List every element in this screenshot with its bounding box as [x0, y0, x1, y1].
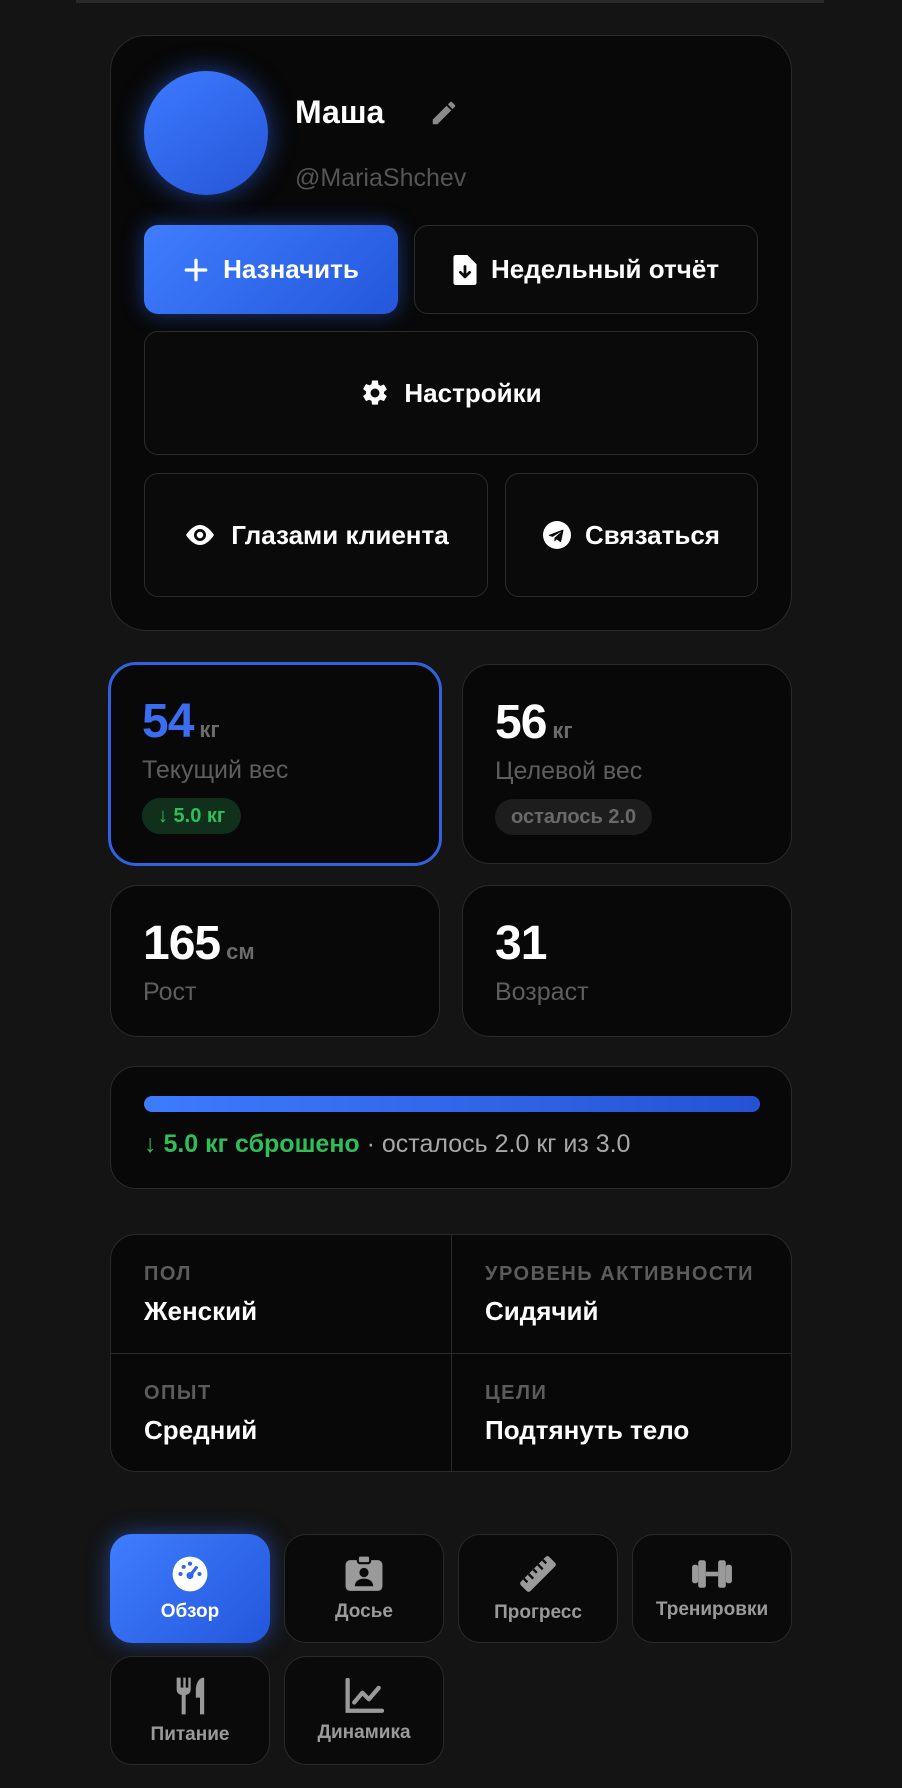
tab-overview[interactable]: Обзор	[110, 1534, 270, 1643]
contact-label: Связаться	[585, 519, 720, 550]
settings-label: Настройки	[404, 377, 542, 408]
eye-icon	[186, 525, 215, 545]
weight-loss-badge: ↓ 5.0 кг	[142, 798, 242, 834]
info-goals: ЦЕЛИ Подтянуть тело	[452, 1354, 791, 1471]
current-weight-unit: кг	[199, 717, 220, 742]
info-gender-value: Женский	[144, 1296, 258, 1326]
progress-rest-text: · осталось 2.0 кг из 3.0	[359, 1130, 631, 1158]
info-gender-key: ПОЛ	[144, 1263, 192, 1285]
tab-label: Тренировки	[655, 1598, 769, 1620]
tab-workouts[interactable]: Тренировки	[632, 1534, 792, 1643]
pencil-icon[interactable]	[429, 98, 459, 128]
tab-label: Прогресс	[494, 1601, 582, 1623]
profile-card: Маша @MariaShchev Назначить Недельный от…	[110, 35, 792, 631]
height-value: 165	[143, 917, 221, 970]
target-weight-card[interactable]: 56 кг Целевой вес осталось 2.0	[462, 664, 792, 864]
tab-progress[interactable]: Прогресс	[458, 1534, 618, 1643]
current-weight-label: Текущий вес	[142, 756, 289, 784]
height-unit: см	[226, 939, 255, 964]
dumbbell-icon	[692, 1559, 732, 1588]
info-gender: ПОЛ Женский	[111, 1235, 452, 1354]
weight-progress-card: ↓ 5.0 кг сброшено · осталось 2.0 кг из 3…	[110, 1066, 792, 1189]
progress-lost-text: ↓ 5.0 кг сброшено	[144, 1130, 360, 1158]
dashboard-icon	[172, 1556, 208, 1591]
client-view-button[interactable]: Глазами клиента	[144, 473, 488, 597]
target-weight-value: 56	[495, 696, 547, 749]
profile-handle: @MariaShchev	[295, 164, 467, 192]
weekly-report-label: Недельный отчёт	[490, 254, 720, 284]
assign-button-label: Назначить	[223, 254, 359, 284]
gear-icon	[363, 380, 388, 405]
height-card[interactable]: 165 см Рост	[110, 885, 440, 1037]
target-weight-unit: кг	[552, 718, 573, 743]
info-experience-key: ОПЫТ	[144, 1382, 212, 1404]
plus-icon	[184, 258, 208, 281]
tab-dossier[interactable]: Досье	[284, 1534, 444, 1643]
progress-bar-fill	[144, 1096, 760, 1112]
age-label: Возраст	[495, 978, 589, 1006]
remaining-badge: осталось 2.0	[495, 799, 653, 835]
target-weight-label: Целевой вес	[495, 757, 643, 785]
info-activity-key: УРОВЕНЬ АКТИВНОСТИ	[485, 1263, 754, 1285]
progress-bar	[144, 1096, 760, 1112]
chart-line-icon	[345, 1677, 384, 1713]
weekly-report-button[interactable]: Недельный отчёт	[414, 225, 758, 314]
ruler-icon	[520, 1555, 556, 1592]
tab-nutrition[interactable]: Питание	[110, 1656, 270, 1765]
tab-dynamics[interactable]: Динамика	[284, 1656, 444, 1765]
current-weight-card[interactable]: 54 кг Текущий вес ↓ 5.0 кг	[108, 662, 442, 866]
info-experience-value: Средний	[144, 1415, 258, 1445]
telegram-icon	[543, 521, 571, 549]
contact-button[interactable]: Связаться	[505, 473, 758, 597]
info-experience: ОПЫТ Средний	[111, 1354, 452, 1471]
settings-button[interactable]: Настройки	[144, 331, 758, 455]
info-goals-key: ЦЕЛИ	[485, 1382, 548, 1404]
current-weight-value: 54	[142, 695, 194, 748]
info-activity-value: Сидячий	[485, 1296, 599, 1326]
assign-button[interactable]: Назначить	[144, 225, 398, 314]
progress-summary: ↓ 5.0 кг сброшено · осталось 2.0 кг из 3…	[144, 1130, 630, 1159]
client-info-grid: ПОЛ Женский УРОВЕНЬ АКТИВНОСТИ Сидячий О…	[110, 1234, 792, 1472]
avatar[interactable]	[144, 71, 268, 195]
info-goals-value: Подтянуть тело	[485, 1415, 690, 1445]
tab-label: Досье	[335, 1600, 393, 1622]
client-view-label: Глазами клиента	[231, 519, 449, 550]
tab-label: Динамика	[317, 1721, 411, 1743]
tab-label: Питание	[150, 1723, 230, 1745]
profile-name: Маша	[295, 94, 385, 130]
info-activity: УРОВЕНЬ АКТИВНОСТИ Сидячий	[452, 1235, 791, 1354]
age-value: 31	[495, 917, 547, 970]
top-divider	[76, 0, 824, 3]
age-card[interactable]: 31 Возраст	[462, 885, 792, 1037]
utensils-icon	[176, 1677, 205, 1714]
height-label: Рост	[143, 978, 197, 1006]
file-download-icon	[453, 254, 477, 285]
tab-label: Обзор	[160, 1600, 220, 1622]
id-badge-icon	[345, 1554, 383, 1591]
